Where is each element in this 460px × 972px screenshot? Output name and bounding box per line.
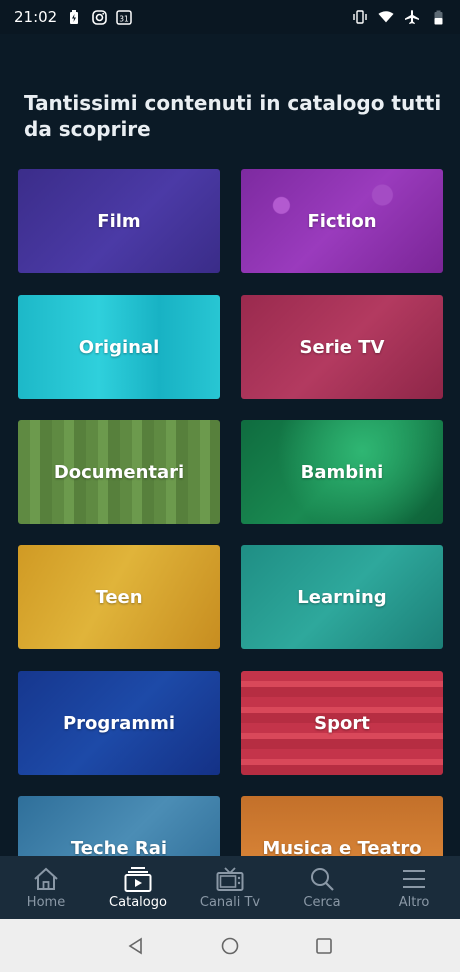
nav-item-altro[interactable]: Altro [368, 866, 460, 910]
tv-icon [216, 866, 244, 892]
tile-label: Serie TV [299, 336, 385, 358]
svg-text:31: 31 [119, 15, 129, 24]
search-icon [308, 866, 336, 892]
nav-label: Altro [398, 894, 430, 910]
instagram-icon [91, 9, 107, 25]
bottom-nav: Home Catalogo Canali Tv Cerca Altro [0, 856, 460, 919]
tile-label: Teche Rai [70, 837, 168, 859]
nav-label: Canali Tv [199, 894, 261, 910]
airplane-icon [404, 9, 420, 25]
tile-label: Programmi [62, 712, 176, 734]
nav-item-canali-tv[interactable]: Canali Tv [184, 866, 276, 910]
tile-label: Bambini [300, 461, 384, 483]
category-tile-fiction[interactable]: Fiction [241, 169, 443, 273]
back-icon[interactable] [121, 931, 151, 961]
catalog-icon [124, 866, 152, 892]
category-tile-bambini[interactable]: Bambini [241, 420, 443, 524]
tile-label: Original [78, 336, 160, 358]
nav-label: Cerca [303, 894, 341, 910]
wifi-icon [378, 9, 394, 25]
home-icon [32, 866, 60, 892]
tile-label: Learning [297, 586, 387, 608]
tile-label: Documentari [53, 461, 185, 483]
nav-item-home[interactable]: Home [0, 866, 92, 910]
page-title: Tantissimi contenuti in catalogo tutti d… [24, 91, 442, 141]
category-tile-learning[interactable]: Learning [241, 545, 443, 649]
category-tile-teen[interactable]: Teen [18, 545, 220, 649]
battery-icon [430, 9, 446, 25]
category-tile-serie-tv[interactable]: Serie TV [241, 295, 443, 399]
tile-label: Fiction [307, 210, 377, 232]
status-bar: 21:02 31 [0, 0, 460, 34]
tile-label: Teen [95, 586, 143, 608]
calendar-icon: 31 [116, 9, 132, 25]
nav-label: Catalogo [109, 894, 167, 910]
vibrate-icon [352, 9, 368, 25]
tile-label: Musica e Teatro [262, 837, 422, 859]
home-circle-icon[interactable] [215, 931, 245, 961]
status-time: 21:02 [14, 8, 58, 26]
nav-label: Home [26, 894, 66, 910]
tile-label: Sport [314, 712, 370, 734]
tile-label: Film [97, 210, 141, 232]
battery-charging-icon [66, 9, 82, 25]
category-tile-programmi[interactable]: Programmi [18, 671, 220, 775]
system-nav-bar [0, 919, 460, 972]
recents-icon[interactable] [309, 931, 339, 961]
nav-item-catalogo[interactable]: Catalogo [92, 866, 184, 910]
nav-item-cerca[interactable]: Cerca [276, 866, 368, 910]
category-tile-sport[interactable]: Sport [241, 671, 443, 775]
menu-icon [400, 866, 428, 892]
category-tile-film[interactable]: Film [18, 169, 220, 273]
category-tile-documentari[interactable]: Documentari [18, 420, 220, 524]
category-tile-original[interactable]: Original [18, 295, 220, 399]
